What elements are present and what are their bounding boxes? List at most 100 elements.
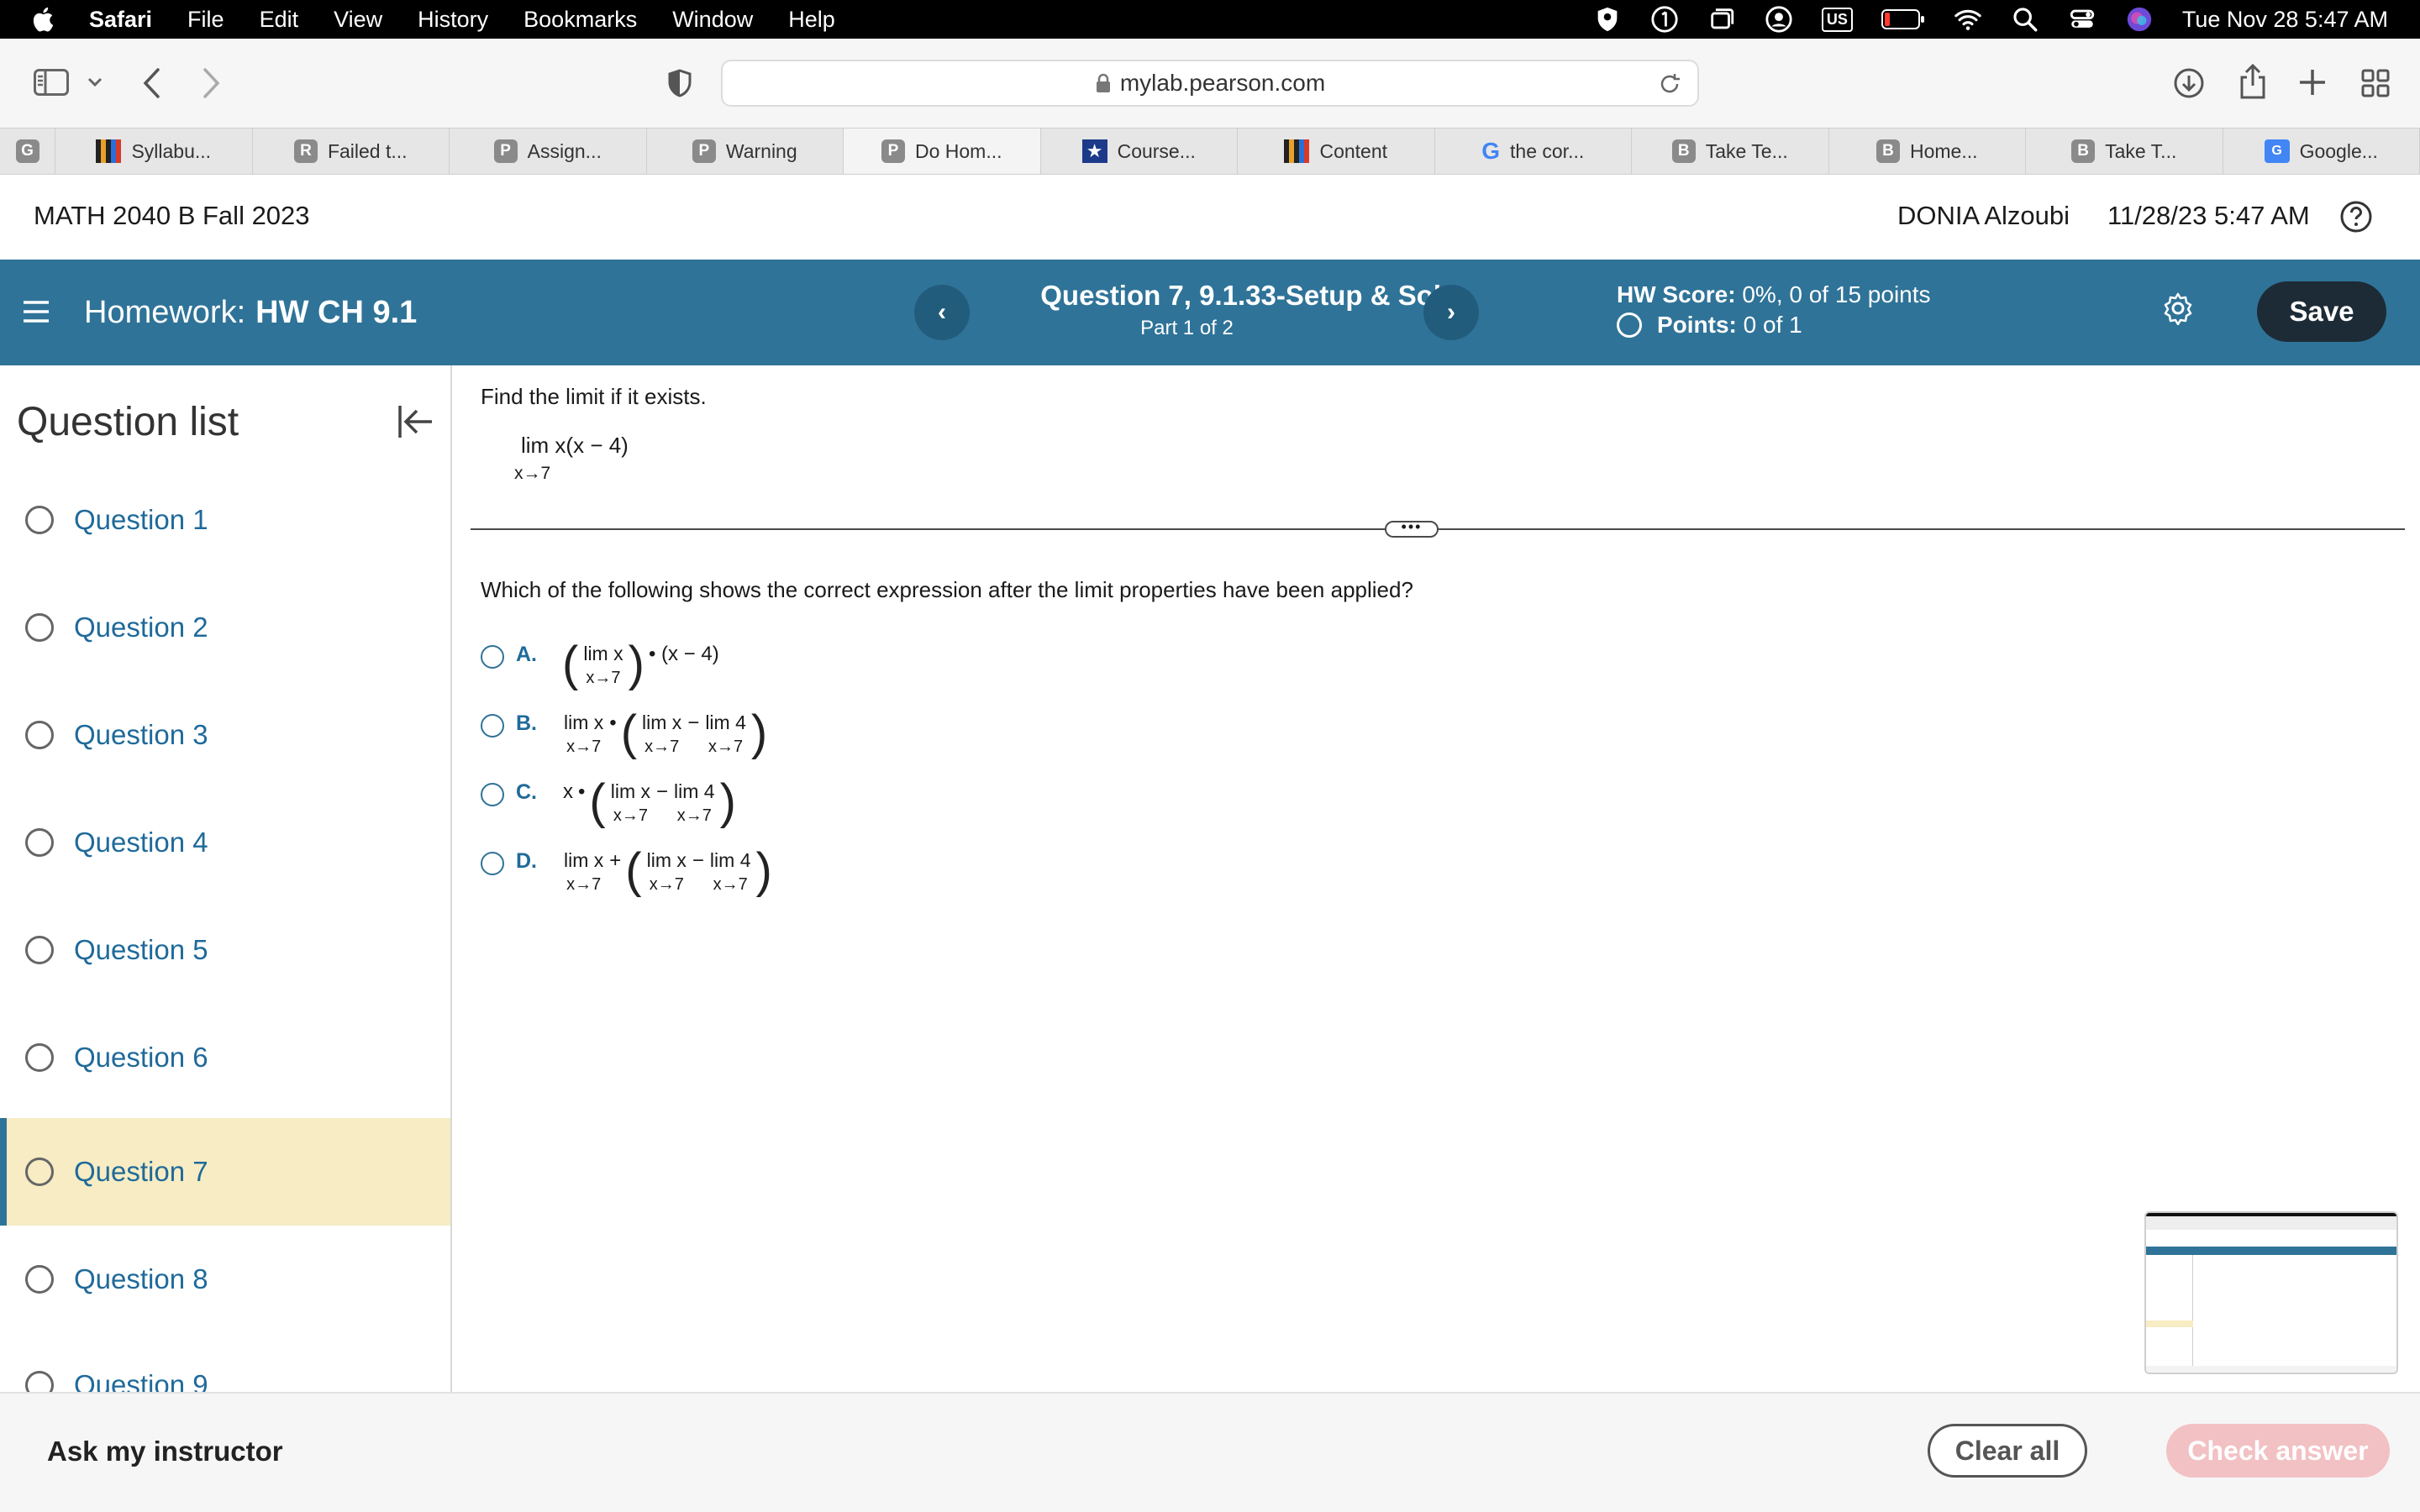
- tab-google[interactable]: G: [0, 129, 55, 174]
- option-c-math: x • ( lim x x→7 − lim 4 x→7 ): [560, 778, 738, 827]
- thumb-sidebar: [2146, 1255, 2193, 1373]
- menu-history[interactable]: History: [418, 7, 488, 33]
- save-button[interactable]: Save: [2257, 281, 2386, 342]
- downloads-icon[interactable]: [2173, 67, 2205, 99]
- menu-help[interactable]: Help: [788, 7, 835, 33]
- ask-instructor-link[interactable]: Ask my instructor: [47, 1436, 283, 1467]
- next-question-button[interactable]: ›: [1423, 285, 1479, 340]
- tab-do-homework[interactable]: P Do Hom...: [844, 129, 1041, 174]
- tab-google-translate[interactable]: G Google...: [2223, 129, 2420, 174]
- control-center-icon[interactable]: [2068, 5, 2096, 34]
- input-source-badge[interactable]: US: [1821, 7, 1853, 32]
- shield-icon[interactable]: [1593, 5, 1622, 34]
- chart-favicon-icon: [1284, 139, 1310, 163]
- option-radio[interactable]: [481, 714, 504, 738]
- option-radio[interactable]: [481, 852, 504, 875]
- menu-edit[interactable]: Edit: [260, 7, 299, 33]
- question-list-item-6[interactable]: Question 6: [0, 1004, 450, 1111]
- siri-icon[interactable]: [2125, 5, 2154, 34]
- check-answer-button[interactable]: Check answer: [2166, 1424, 2390, 1478]
- question-list-item-3[interactable]: Question 3: [0, 681, 450, 789]
- question-status-circle: [25, 936, 54, 964]
- sidebar-toggle-icon[interactable]: [34, 69, 69, 96]
- option-b-math: lim x x→7 • ( lim x x→7 − lim 4 x→7 ): [560, 709, 769, 758]
- homework-title: Homework: HW CH 9.1: [84, 295, 417, 331]
- menu-icon[interactable]: [24, 300, 49, 323]
- spotlight-search-icon[interactable]: [2011, 5, 2039, 34]
- tab-course[interactable]: ★ Course...: [1041, 129, 1238, 174]
- tab-syllabus[interactable]: Syllabu...: [55, 129, 253, 174]
- share-icon[interactable]: [2238, 64, 2267, 99]
- window-switcher-icon[interactable]: [1707, 5, 1736, 34]
- expand-ellipsis-button[interactable]: •••: [1385, 519, 1439, 538]
- answer-option-d[interactable]: D. lim x x→7 + ( lim x x→7 − lim 4 x→7 ): [481, 847, 774, 895]
- reload-icon[interactable]: [1657, 71, 1682, 97]
- question-list-item-5[interactable]: Question 5: [0, 896, 450, 1004]
- tab-take-test[interactable]: B Take Te...: [1632, 129, 1829, 174]
- menubar-clock[interactable]: Tue Nov 28 5:47 AM: [2182, 7, 2388, 33]
- answer-option-b[interactable]: B. lim x x→7 • ( lim x x→7 − lim 4 x→7 ): [481, 709, 769, 758]
- option-a-math: ( lim x x→7 ) • (x − 4): [560, 637, 722, 691]
- apple-icon[interactable]: [30, 5, 59, 34]
- tab-label: Syllabu...: [131, 139, 212, 162]
- address-bar[interactable]: mylab.pearson.com: [721, 60, 1699, 107]
- option-radio[interactable]: [481, 783, 504, 806]
- privacy-shield-icon[interactable]: [667, 69, 692, 97]
- user-circle-icon[interactable]: [1765, 5, 1793, 34]
- tab-overview-icon[interactable]: [2361, 69, 2390, 97]
- limit-sub: x→7: [566, 738, 602, 756]
- battery-icon[interactable]: [1881, 8, 1925, 30]
- option-letter: B.: [516, 711, 537, 735]
- question-list-item-8[interactable]: Question 8: [0, 1226, 450, 1333]
- new-tab-icon[interactable]: [2297, 67, 2328, 97]
- option-letter: A.: [516, 643, 537, 666]
- forward-icon[interactable]: [202, 67, 222, 99]
- answer-option-c[interactable]: C. x • ( lim x x→7 − lim 4 x→7 ): [481, 778, 738, 827]
- question-label: Question 8: [74, 1263, 208, 1294]
- question-list-item-7[interactable]: Question 7: [0, 1118, 450, 1226]
- thumb-current: [2146, 1320, 2193, 1327]
- tab-content[interactable]: Content: [1238, 129, 1435, 174]
- homework-prefix: Homework:: [84, 295, 246, 330]
- screenshot-thumbnail[interactable]: [2144, 1211, 2398, 1374]
- limit-term: lim x x→7: [642, 711, 681, 757]
- one-icon[interactable]: [1650, 5, 1679, 34]
- open-paren: (: [562, 637, 579, 691]
- wifi-icon[interactable]: [1954, 5, 1982, 34]
- limit-text: lim x: [583, 643, 623, 664]
- menu-safari[interactable]: Safari: [89, 7, 152, 33]
- menu-file[interactable]: File: [187, 7, 224, 33]
- menu-view[interactable]: View: [334, 7, 382, 33]
- tab-warning[interactable]: P Warning: [647, 129, 844, 174]
- collapse-sidebar-icon[interactable]: [395, 401, 437, 443]
- question-list-item-1[interactable]: Question 1: [0, 466, 450, 574]
- help-icon[interactable]: [2339, 200, 2373, 234]
- chevron-down-icon[interactable]: [87, 77, 103, 87]
- question-list-item-9[interactable]: Question 9: [0, 1331, 450, 1392]
- menu-window[interactable]: Window: [672, 7, 753, 33]
- question-list-item-4[interactable]: Question 4: [0, 789, 450, 896]
- thumb-hwbar: [2146, 1247, 2396, 1255]
- tab-assign[interactable]: P Assign...: [450, 129, 647, 174]
- hw-score-value: 0%, 0 of 15 points: [1742, 281, 1931, 307]
- question-panel: Find the limit if it exists. lim x(x − 4…: [454, 365, 2420, 1392]
- limit-sub: x→7: [566, 875, 602, 894]
- limit-term: lim x x→7: [564, 711, 603, 757]
- chart-favicon-icon: [96, 139, 122, 163]
- back-icon[interactable]: [141, 67, 161, 99]
- current-datetime: 11/28/23 5:47 AM: [2107, 201, 2310, 230]
- menu-bookmarks[interactable]: Bookmarks: [523, 7, 637, 33]
- option-radio[interactable]: [481, 645, 504, 669]
- tab-failed[interactable]: R Failed t...: [253, 129, 450, 174]
- limit-expression-main: lim x(x − 4): [521, 433, 629, 458]
- close-paren: ): [628, 637, 644, 691]
- tab-take-t[interactable]: B Take T...: [2026, 129, 2223, 174]
- answer-option-a[interactable]: A. ( lim x x→7 ) • (x − 4): [481, 637, 722, 691]
- tab-home[interactable]: B Home...: [1829, 129, 2026, 174]
- tab-the-cor[interactable]: Gthe cor...: [1435, 129, 1632, 174]
- clear-all-button[interactable]: Clear all: [1928, 1424, 2087, 1478]
- course-header: MATH 2040 B Fall 2023 DONIA Alzoubi 11/2…: [0, 176, 2420, 260]
- question-list-item-2[interactable]: Question 2: [0, 574, 450, 681]
- gear-icon[interactable]: [2161, 291, 2195, 325]
- question-status-circle: [25, 828, 54, 857]
